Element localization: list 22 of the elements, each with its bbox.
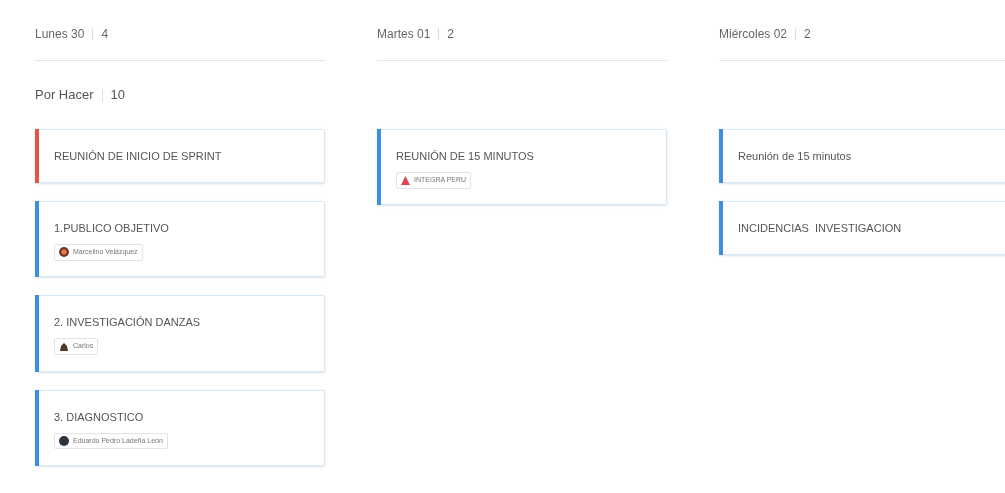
task-card[interactable]: Reunión de 15 minutos <box>719 129 1005 183</box>
card-title: INCIDENCIAS INVESTIGACION <box>738 221 903 236</box>
card-title: 3. DIAGNOSTICO <box>54 409 145 425</box>
group-count: 10 <box>110 86 125 105</box>
task-count: 2 <box>447 26 455 43</box>
day-heading: Martes 01 <box>377 26 431 43</box>
card-title: REUNIÓN DE INICIO DE SPRINT <box>54 149 223 164</box>
avatar-icon <box>59 247 69 258</box>
day-heading: Miércoles 02 <box>719 26 788 43</box>
avatar-icon <box>59 435 69 446</box>
card-title: 2. INVESTIGACIÓN DANZAS <box>54 315 202 331</box>
day-heading: Lunes 30 <box>35 26 85 43</box>
avatar-icon <box>59 341 69 352</box>
card-title: Reunión de 15 minutos <box>738 149 853 164</box>
task-count: 2 <box>804 26 811 43</box>
task-card[interactable]: INCIDENCIAS INVESTIGACION <box>719 201 1005 255</box>
task-count: 4 <box>101 26 109 43</box>
group-heading: Por Hacer <box>35 86 94 105</box>
task-card[interactable]: REUNIÓN DE INICIO DE SPRINT <box>35 129 325 183</box>
warning-icon <box>401 175 410 185</box>
card-title: REUNIÓN DE 15 MINUTOS <box>396 149 535 164</box>
card-title: 1.PUBLICO OBJETIVO <box>54 221 170 236</box>
